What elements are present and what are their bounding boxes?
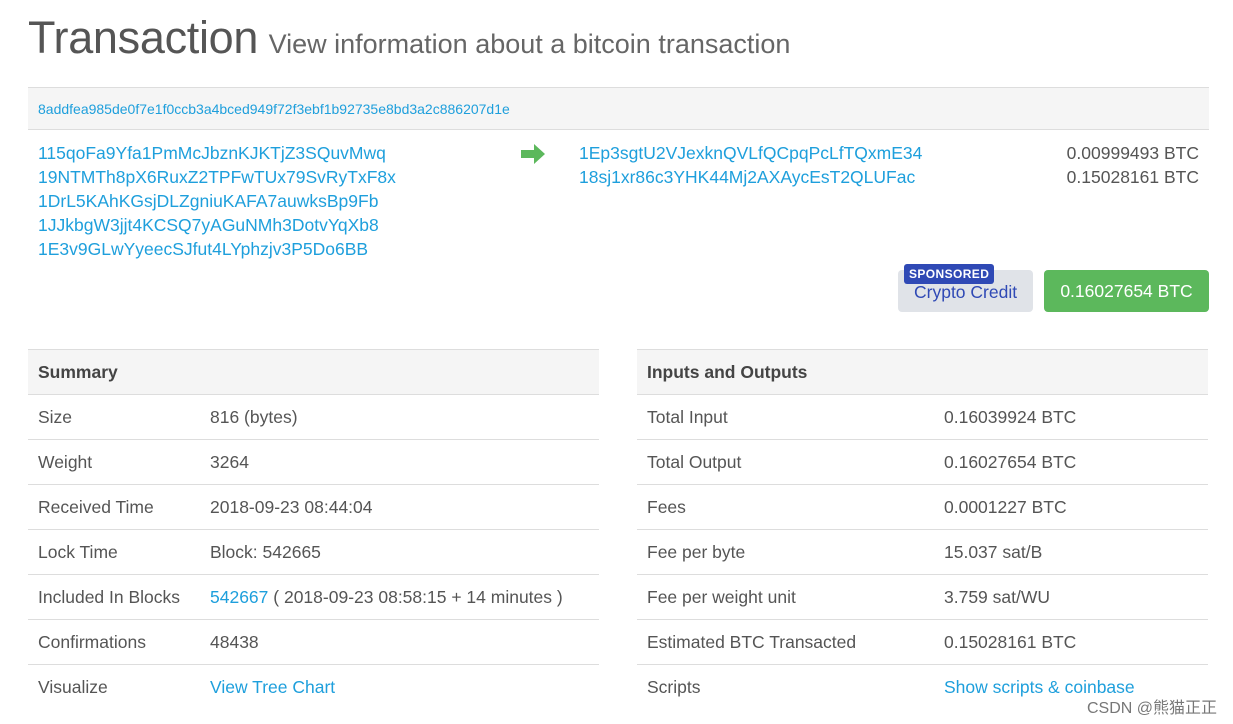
output-address-list: 1Ep3sgtU2VJexknQVLfQCpqPcLfTQxmE34 18sj1…: [579, 141, 922, 189]
summary-heading: Summary: [28, 349, 599, 395]
io-heading: Inputs and Outputs: [637, 349, 1208, 395]
table-row: Included In Blocks 542667 ( 2018-09-23 0…: [28, 574, 599, 620]
row-value: 48438: [200, 619, 599, 665]
output-address-link[interactable]: 1Ep3sgtU2VJexknQVLfQCpqPcLfTQxmE34: [579, 141, 922, 165]
row-label: Total Output: [637, 439, 934, 485]
table-row: Estimated BTC Transacted 0.15028161 BTC: [637, 619, 1208, 665]
row-value: 3.759 sat/WU: [934, 574, 1208, 620]
input-address-link[interactable]: 1E3v9GLwYyeecSJfut4LYphzjv3P5Do6BB: [38, 237, 396, 261]
table-row: Total Output 0.16027654 BTC: [637, 439, 1208, 485]
row-label: Fee per weight unit: [637, 574, 934, 620]
row-label: Included In Blocks: [28, 574, 200, 620]
table-row: Lock Time Block: 542665: [28, 529, 599, 575]
input-address-list: 115qoFa9Yfa1PmMcJbznKJKTjZ3SQuvMwq 19NTM…: [38, 141, 396, 261]
row-label: Fees: [637, 484, 934, 530]
row-value: 2018-09-23 08:44:04: [200, 484, 599, 530]
row-label: Weight: [28, 439, 200, 485]
transaction-panel: 8addfea985de0f7e1f0ccb3a4bced949f72f3ebf…: [28, 87, 1209, 312]
row-value: 542667 ( 2018-09-23 08:58:15 + 14 minute…: [200, 574, 599, 620]
table-row: Visualize View Tree Chart: [28, 665, 599, 710]
page-header: Transaction View information about a bit…: [28, 12, 790, 64]
sponsored-badge: SPONSORED: [904, 264, 995, 284]
summary-table: Summary Size 816 (bytes) Weight 3264 Rec…: [28, 349, 599, 710]
tx-hash-link[interactable]: 8addfea985de0f7e1f0ccb3a4bced949f72f3ebf…: [38, 101, 510, 117]
table-row: Fees 0.0001227 BTC: [637, 484, 1208, 530]
row-label: Scripts: [647, 676, 701, 697]
sponsored-label: Crypto Credit: [914, 282, 1018, 302]
table-row: Total Input 0.16039924 BTC: [637, 394, 1208, 440]
output-amount: 0.15028161 BTC: [1066, 167, 1199, 187]
view-tree-chart-link[interactable]: View Tree Chart: [210, 677, 335, 697]
table-row: Received Time 2018-09-23 08:44:04: [28, 484, 599, 530]
row-value: 3264: [200, 439, 599, 485]
table-row: Fee per byte 15.037 sat/B: [637, 529, 1208, 575]
table-row: Confirmations 48438: [28, 619, 599, 665]
inputs-outputs-table: Inputs and Outputs Total Input 0.1603992…: [637, 349, 1208, 710]
row-value: View Tree Chart: [200, 665, 599, 710]
row-value: Block: 542665: [200, 529, 599, 575]
page-subtitle: View information about a bitcoin transac…: [268, 29, 791, 59]
table-row: Fee per weight unit 3.759 sat/WU: [637, 574, 1208, 620]
row-label: Received Time: [28, 484, 200, 530]
input-address-link[interactable]: 115qoFa9Yfa1PmMcJbznKJKTjZ3SQuvMwq: [38, 141, 396, 165]
output-amount: 0.00999493 BTC: [1066, 143, 1199, 163]
block-link[interactable]: 542667: [210, 587, 268, 607]
table-row: Weight 3264: [28, 439, 599, 485]
total-amount-button[interactable]: 0.16027654 BTC: [1044, 270, 1209, 312]
row-value: 816 (bytes): [200, 394, 599, 440]
input-address-link[interactable]: 19NTMTh8pX6RuxZ2TPFwTUx79SvRyTxF8x: [38, 165, 396, 189]
input-address-link[interactable]: 1JJkbgW3jjt4KCSQ7yAGuNMh3DotvYqXb8: [38, 213, 396, 237]
row-label: Fee per byte: [637, 529, 934, 575]
tx-hash-row: 8addfea985de0f7e1f0ccb3a4bced949f72f3ebf…: [28, 87, 1209, 130]
output-amount-list: 0.00999493 BTC 0.15028161 BTC: [1067, 141, 1199, 189]
block-time: ( 2018-09-23 08:58:15 + 14 minutes ): [273, 586, 563, 607]
table-row: Size 816 (bytes): [28, 394, 599, 440]
row-value: 0.15028161 BTC: [934, 619, 1208, 665]
sponsored-button[interactable]: SPONSORED Crypto Credit: [898, 264, 1033, 312]
row-label: Visualize: [38, 676, 108, 697]
row-label: Estimated BTC Transacted: [637, 619, 934, 665]
row-label: Confirmations: [28, 619, 200, 665]
output-address-link[interactable]: 18sj1xr86c3YHK44Mj2AXAycEsT2QLUFac: [579, 165, 922, 189]
watermark: CSDN @熊猫正正: [1086, 700, 1217, 717]
row-value: 15.037 sat/B: [934, 529, 1208, 575]
row-label: Lock Time: [28, 529, 200, 575]
right-arrow-icon: [521, 144, 545, 164]
row-label: Total Input: [637, 394, 934, 440]
row-value: 0.0001227 BTC: [934, 484, 1208, 530]
row-value: 0.16027654 BTC: [934, 439, 1208, 485]
input-address-link[interactable]: 1DrL5KAhKGsjDLZgniuKAFA7auwksBp9Fb: [38, 189, 396, 213]
row-value: 0.16039924 BTC: [934, 394, 1208, 440]
page-title: Transaction: [28, 12, 259, 63]
row-label: Size: [28, 394, 200, 440]
